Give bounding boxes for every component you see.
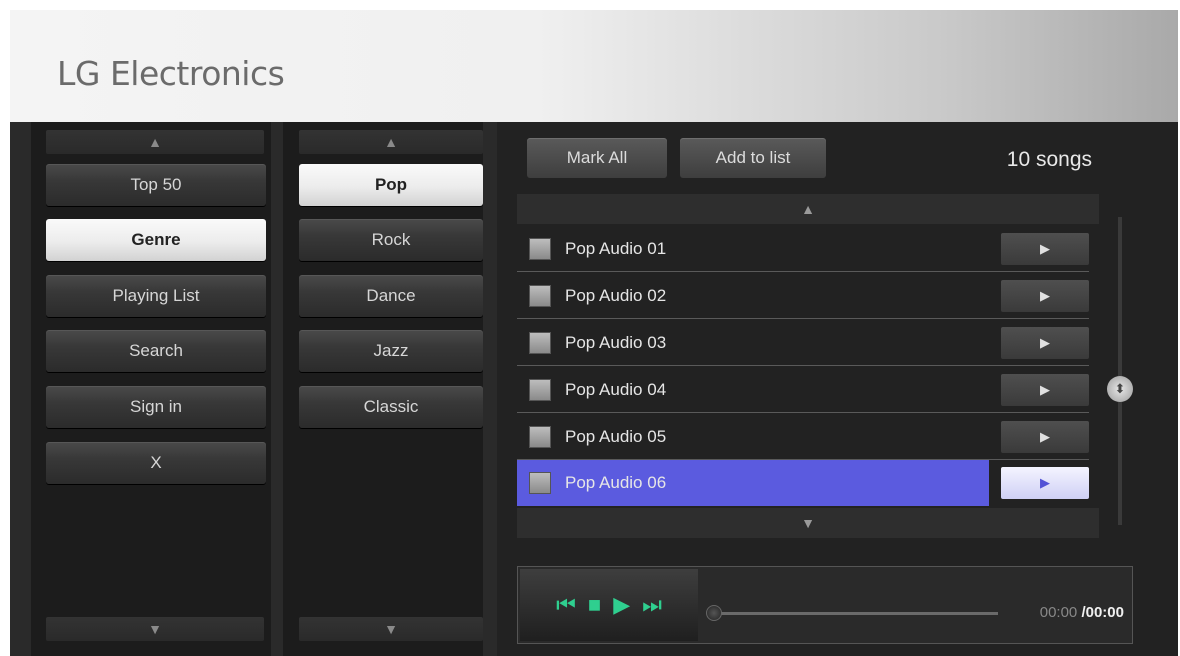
main-nav-panel: ▲ Top 50 Genre Playing List Search Sign … [31, 122, 271, 656]
selected-play-cell: ▶ [997, 460, 1089, 506]
song-row[interactable]: Pop Audio 01 ▶ [517, 226, 1089, 272]
play-icon: ▶ [1040, 287, 1050, 303]
genre-item-jazz[interactable]: Jazz [299, 330, 483, 372]
scroll-handle-icon: ⬍ [1114, 381, 1126, 396]
song-row-selected[interactable]: Pop Audio 06 [517, 460, 989, 506]
genre-item-pop[interactable]: Pop [299, 164, 483, 206]
genre-item-label: Classic [363, 397, 419, 416]
song-play-button[interactable]: ▶ [1001, 232, 1089, 265]
current-time: 00:00 [1039, 604, 1078, 621]
song-title: Pop Audio 01 [565, 238, 667, 258]
song-list-panel: Mark All Add to list 10 songs ▲ Pop Audi… [497, 122, 1178, 656]
play-icon: ▶ [1040, 381, 1050, 397]
add-to-list-button[interactable]: Add to list [680, 138, 826, 178]
stop-icon[interactable]: ■ [588, 592, 601, 618]
song-row[interactable]: Pop Audio 02 ▶ [517, 273, 1089, 319]
genre-item-rock[interactable]: Rock [299, 219, 483, 261]
song-checkbox[interactable] [529, 378, 551, 401]
nav-item-label: Genre [131, 230, 181, 249]
time-display: 00:00 /00:00 [1040, 604, 1124, 621]
genre-scroll-up-button[interactable]: ▲ [299, 130, 483, 154]
nav-item-label: X [150, 453, 162, 472]
genre-item-label: Pop [374, 175, 408, 194]
nav-item-label: Search [129, 341, 183, 360]
progress-knob[interactable] [706, 605, 722, 621]
song-play-button[interactable]: ▶ [1001, 467, 1089, 499]
genre-item-dance[interactable]: Dance [299, 275, 483, 317]
player-controls: ⏮ ■ ▶ ⏭ [520, 569, 698, 641]
play-icon: ▶ [1040, 334, 1050, 350]
song-play-button[interactable]: ▶ [1001, 279, 1089, 312]
play-icon: ▶ [1040, 475, 1050, 490]
song-title: Pop Audio 05 [565, 426, 667, 446]
list-scroll-up-button[interactable]: ▲ [517, 194, 1099, 224]
song-checkbox[interactable] [529, 425, 551, 448]
previous-track-icon[interactable]: ⏮ [556, 592, 576, 618]
scroll-thumb[interactable]: ⬍ [1107, 376, 1133, 402]
list-scroll-down-button[interactable]: ▼ [517, 508, 1099, 538]
app-header: LG Electronics [10, 10, 1178, 122]
nav-item-top-50[interactable]: Top 50 [46, 164, 266, 206]
nav-scroll-up-button[interactable]: ▲ [46, 130, 264, 154]
genre-panel: ▲ Pop Rock Dance Jazz Classic ▼ [283, 122, 483, 656]
nav-item-label: Top 50 [130, 175, 182, 194]
song-row[interactable]: Pop Audio 05 ▶ [517, 414, 1089, 460]
song-row[interactable]: Pop Audio 03 ▶ [517, 320, 1089, 366]
song-play-button[interactable]: ▶ [1001, 373, 1089, 406]
nav-scroll-down-button[interactable]: ▼ [46, 617, 264, 641]
down-arrow-icon: ▼ [801, 515, 815, 531]
song-play-button[interactable]: ▶ [1001, 326, 1089, 359]
song-title: Pop Audio 02 [565, 285, 667, 305]
mark-all-button[interactable]: Mark All [527, 138, 667, 178]
add-to-list-label: Add to list [715, 148, 791, 167]
song-title: Pop Audio 03 [565, 332, 667, 352]
nav-item-playing-list[interactable]: Playing List [46, 275, 266, 317]
nav-item-label: Playing List [112, 286, 200, 305]
nav-item-label: Sign in [130, 397, 182, 416]
brand-title: LG Electronics [57, 54, 285, 93]
nav-item-sign-in[interactable]: Sign in [46, 386, 266, 428]
song-checkbox[interactable] [529, 284, 551, 307]
song-row[interactable]: Pop Audio 04 ▶ [517, 367, 1089, 413]
song-play-button[interactable]: ▶ [1001, 420, 1089, 453]
nav-item-close[interactable]: X [46, 442, 266, 484]
media-player: ⏮ ■ ▶ ⏭ 00:00 /00:00 [517, 566, 1133, 644]
mark-all-label: Mark All [566, 148, 628, 167]
play-icon: ▶ [1040, 240, 1050, 256]
list-scrollbar[interactable] [1118, 217, 1122, 525]
app-body: ▲ Top 50 Genre Playing List Search Sign … [10, 122, 1178, 656]
nav-item-search[interactable]: Search [46, 330, 266, 372]
genre-item-label: Rock [371, 230, 411, 249]
total-time: /00:00 [1081, 604, 1124, 621]
nav-item-genre[interactable]: Genre [46, 219, 266, 261]
genre-item-label: Jazz [373, 341, 409, 360]
song-checkbox[interactable] [529, 331, 551, 354]
play-icon: ▶ [1040, 428, 1050, 444]
genre-item-label: Dance [366, 286, 416, 305]
play-icon[interactable]: ▶ [613, 592, 630, 618]
song-checkbox[interactable] [529, 472, 551, 494]
genre-item-classic[interactable]: Classic [299, 386, 483, 428]
song-title: Pop Audio 04 [565, 379, 667, 399]
down-arrow-icon: ▼ [148, 621, 162, 637]
progress-track[interactable] [716, 612, 998, 615]
up-arrow-icon: ▲ [801, 201, 815, 217]
song-count: 10 songs [1006, 148, 1092, 171]
genre-scroll-down-button[interactable]: ▼ [299, 617, 483, 641]
up-arrow-icon: ▲ [384, 134, 398, 150]
down-arrow-icon: ▼ [384, 621, 398, 637]
song-checkbox[interactable] [529, 237, 551, 260]
up-arrow-icon: ▲ [148, 134, 162, 150]
song-title: Pop Audio 06 [565, 473, 667, 492]
next-track-icon[interactable]: ⏭ [642, 592, 662, 618]
